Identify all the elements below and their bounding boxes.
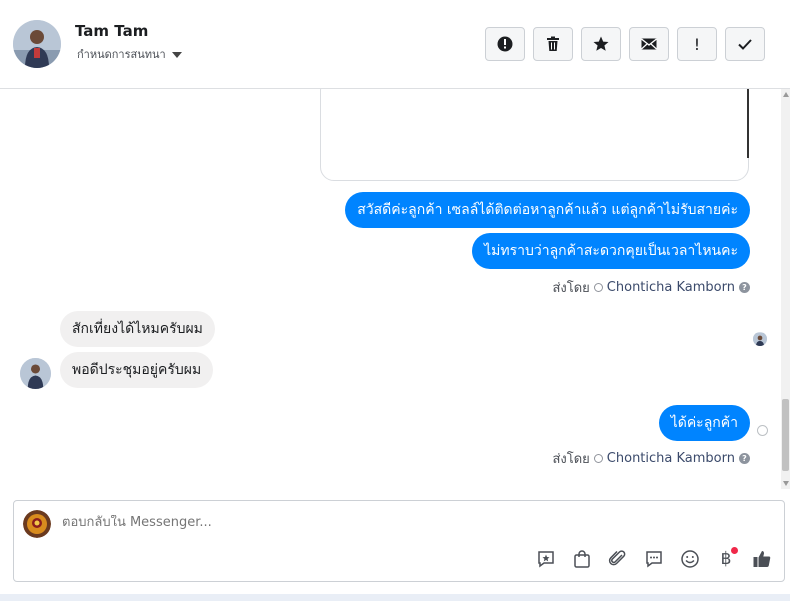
seen-avatar: [753, 332, 767, 346]
scroll-up-arrow-icon[interactable]: [783, 92, 789, 97]
sent-by-label: ส่งโดย Chonticha Kamborn ?: [552, 448, 750, 469]
bottom-divider: [0, 594, 790, 601]
scroll-down-arrow-icon[interactable]: [783, 481, 789, 486]
mail-icon: [641, 38, 657, 50]
sent-by-label: ส่งโดย Chonticha Kamborn ?: [552, 277, 750, 298]
payment-button[interactable]: ฿: [714, 547, 738, 571]
contact-avatar[interactable]: [13, 20, 61, 68]
conversation-settings-dropdown[interactable]: กำหนดการสนทนา: [77, 45, 182, 63]
mark-important-button[interactable]: !: [677, 27, 717, 61]
quick-reply-button[interactable]: [642, 547, 666, 571]
reply-input[interactable]: [62, 515, 562, 530]
conversation-settings-label: กำหนดการสนทนา: [77, 48, 166, 61]
exclamation-icon: !: [693, 34, 701, 54]
attach-file-button[interactable]: [606, 547, 630, 571]
check-icon: [738, 39, 752, 50]
composer-actions: ฿: [534, 547, 774, 571]
star-icon: [593, 36, 609, 51]
scrollbar-thumb[interactable]: [782, 399, 789, 471]
baht-icon: ฿: [720, 549, 732, 569]
incoming-message: พอดีประชุมอยู่ครับผม: [60, 352, 214, 388]
paperclip-icon: [608, 550, 626, 566]
smiley-icon: [681, 550, 699, 568]
delivered-icon: [757, 425, 768, 436]
like-button[interactable]: [750, 547, 774, 571]
outgoing-message: ได้ค่ะลูกค้า: [658, 405, 750, 441]
verified-icon: [593, 283, 603, 292]
star-button[interactable]: [581, 27, 621, 61]
caret-down-icon: [171, 51, 182, 58]
help-icon[interactable]: ?: [739, 282, 750, 293]
conversation-header: Tam Tam กำหนดการสนทนา !: [0, 0, 790, 89]
agent-name[interactable]: Chonticha Kamborn: [607, 280, 735, 295]
notification-dot: [731, 547, 738, 554]
contact-avatar-small[interactable]: [20, 358, 51, 389]
attachment-card[interactable]: [320, 89, 749, 181]
delete-button[interactable]: [533, 27, 573, 61]
report-button[interactable]: [485, 27, 525, 61]
scrollbar[interactable]: [781, 89, 790, 489]
page-avatar: [23, 510, 51, 538]
outgoing-message: ไม่ทราบว่าลูกค้าสะดวกคุยเป็นเวลาไหนคะ: [472, 233, 750, 269]
emoji-button[interactable]: [678, 547, 702, 571]
saved-reply-button[interactable]: [534, 547, 558, 571]
message-thread[interactable]: สวัสดีค่ะลูกค้า เซลล์ได้ติดต่อหาลูกค้าแล…: [0, 89, 790, 489]
sent-by-prefix: ส่งโดย: [552, 452, 590, 467]
agent-name[interactable]: Chonticha Kamborn: [607, 451, 735, 466]
mark-unread-button[interactable]: [629, 27, 669, 61]
verified-icon: [593, 454, 603, 463]
shopping-bag-icon: [574, 550, 590, 568]
report-icon: [497, 36, 513, 52]
outgoing-message: สวัสดีค่ะลูกค้า เซลล์ได้ติดต่อหาลูกค้าแล…: [345, 192, 750, 228]
incoming-message: สักเที่ยงได้ไหมครับผม: [60, 311, 215, 347]
mark-done-button[interactable]: [725, 27, 765, 61]
help-icon[interactable]: ?: [739, 453, 750, 464]
conversation-toolbar: !: [485, 27, 765, 61]
saved-reply-icon: [538, 551, 554, 568]
thumbs-up-icon: [753, 551, 771, 567]
shop-button[interactable]: [570, 547, 594, 571]
chat-bubble-icon: [646, 551, 662, 568]
contact-name[interactable]: Tam Tam: [75, 22, 148, 40]
trash-icon: [547, 36, 559, 51]
sent-by-prefix: ส่งโดย: [552, 281, 590, 296]
reply-composer: ฿: [13, 500, 785, 582]
